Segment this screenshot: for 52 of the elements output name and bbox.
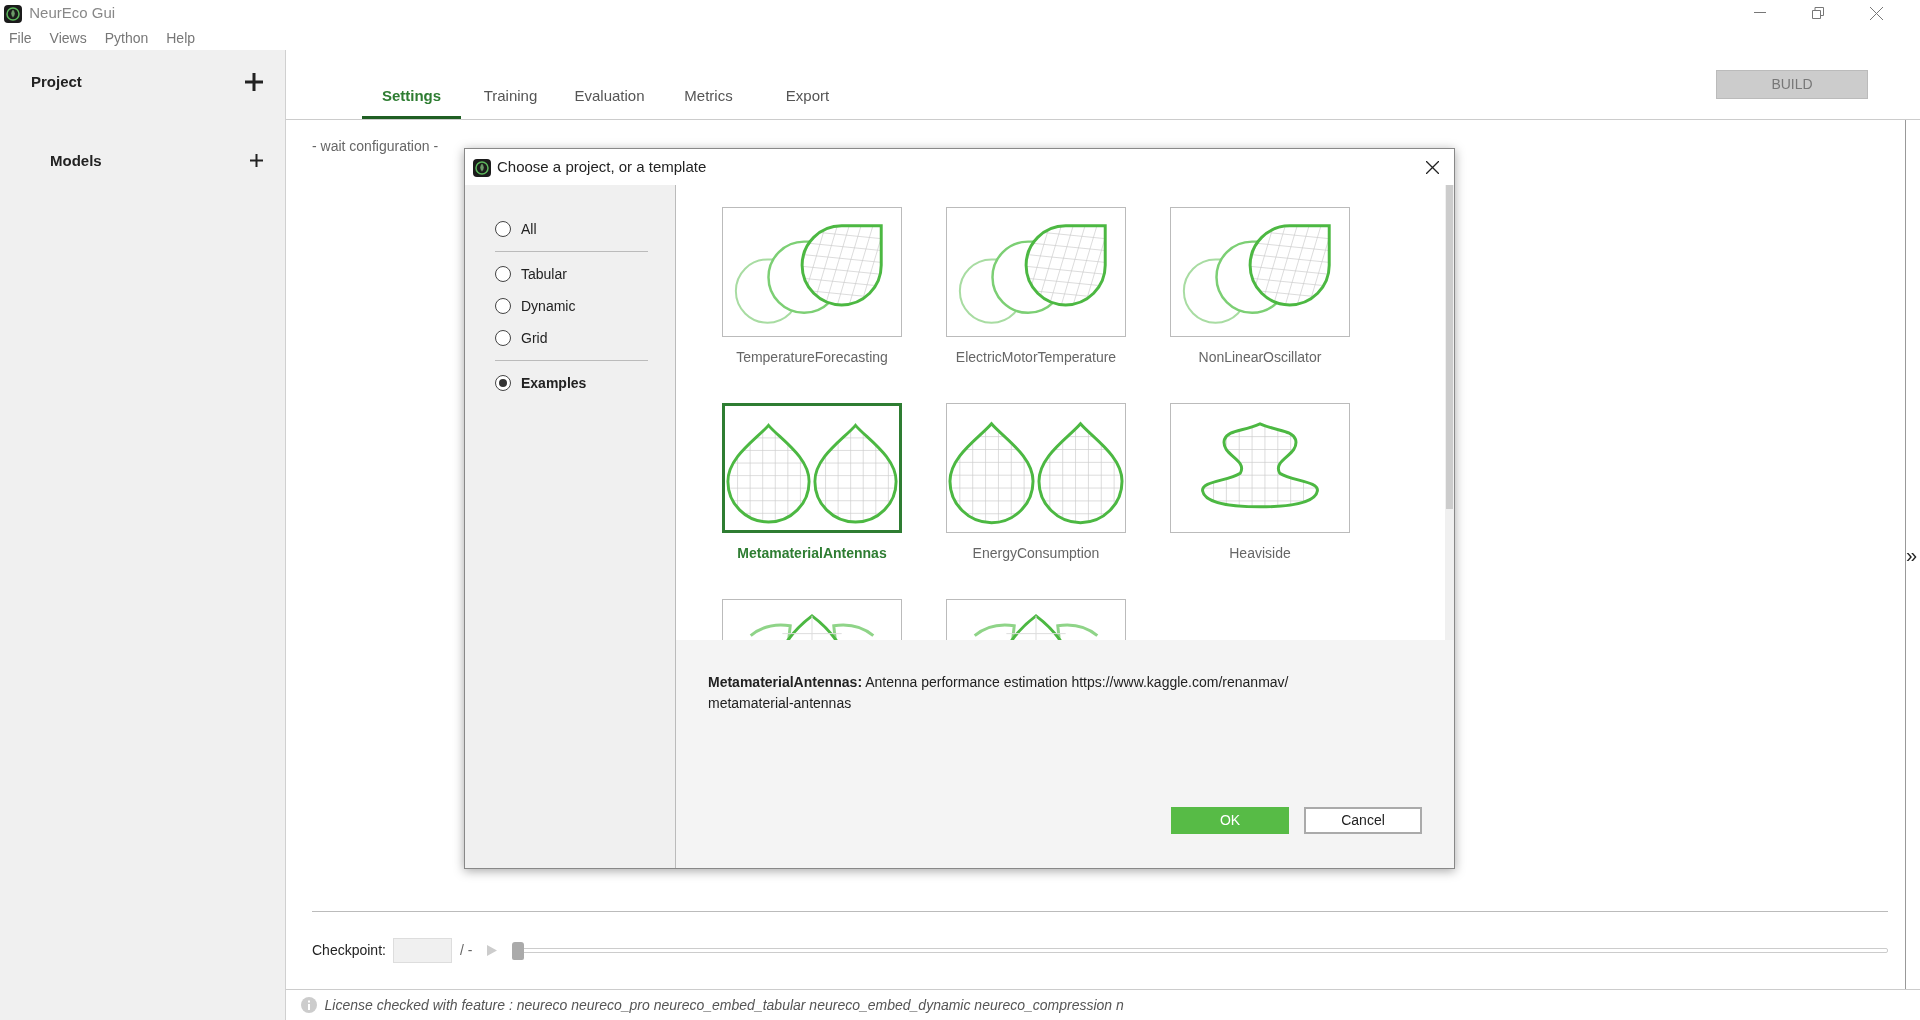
close-icon[interactable] [1426, 160, 1439, 174]
template-name[interactable]: TemperatureForecasting [736, 347, 888, 368]
template-name[interactable]: MetamaterialAntennas [737, 543, 887, 564]
section-title: Project [31, 72, 82, 92]
tab[interactable]: Evaluation [560, 85, 659, 119]
checkpoint-total: / - [459, 941, 473, 960]
tab[interactable]: Training [461, 85, 560, 119]
menu-item[interactable]: Help [157, 27, 205, 49]
checkpoint-label: Checkpoint: [312, 941, 386, 960]
app-logo-icon [3, 4, 22, 23]
template-name[interactable]: EnergyConsumption [972, 543, 1100, 564]
app-logo-icon [473, 158, 491, 177]
template-thumbnail[interactable] [722, 207, 902, 337]
template-thumbnail[interactable] [946, 207, 1126, 337]
menu-item[interactable]: Python [95, 27, 158, 49]
template-name[interactable]: Heaviside [1229, 543, 1291, 564]
section-title: Models [50, 150, 102, 171]
filter-radio[interactable]: All [495, 213, 537, 245]
cancel-button[interactable]: Cancel [1304, 807, 1422, 834]
menu-item[interactable]: File [0, 27, 41, 49]
add-icon[interactable] [250, 154, 263, 168]
tab[interactable]: Metrics [659, 85, 758, 119]
template-thumbnail[interactable] [1170, 207, 1350, 337]
template-thumbnail[interactable] [1170, 403, 1350, 533]
license-message: License checked with feature : neureco neureco_pro neureco_embed_tabular neureco_embed_dynamic neureco_compression n [324, 995, 1124, 1015]
template-description: MetamaterialAntennas: Antenna performance estimation https://www.kaggle.com/renanmav/ metamaterial-antennas [708, 673, 1290, 713]
filter-radio[interactable]: Dynamic [495, 290, 576, 322]
dialog-title: Choose a project, or a template [497, 156, 707, 177]
tab[interactable]: Export [758, 85, 857, 119]
status-label: - wait configuration - [312, 138, 439, 154]
minimize-icon[interactable] [1754, 12, 1766, 14]
template-thumbnail[interactable] [946, 403, 1126, 533]
template-name[interactable]: NonLinearOscillator [1198, 347, 1322, 368]
checkpoint-slider[interactable] [512, 940, 1888, 961]
panel-toggle[interactable]: » [1906, 544, 1918, 565]
add-icon[interactable] [245, 73, 263, 92]
tab[interactable]: Settings [362, 85, 461, 119]
checkpoint-field[interactable] [393, 938, 453, 963]
template-thumbnail[interactable] [946, 599, 1126, 640]
filter-radio[interactable]: Tabular [495, 258, 567, 290]
template-thumbnail[interactable] [722, 403, 902, 533]
menu-item[interactable]: Views [40, 27, 96, 49]
template-thumbnail[interactable] [722, 599, 902, 640]
slider-handle[interactable] [512, 941, 525, 960]
play-icon[interactable] [487, 945, 498, 956]
scrollbar[interactable] [1445, 185, 1454, 640]
window-title: NeurEco Gui [29, 2, 116, 23]
filter-radio[interactable]: Examples [495, 367, 587, 399]
template-name[interactable]: ElectricMotorTemperature [955, 347, 1117, 368]
info-icon [301, 997, 317, 1013]
filter-radio[interactable]: Grid [495, 322, 548, 354]
restore-icon[interactable] [1812, 7, 1824, 19]
